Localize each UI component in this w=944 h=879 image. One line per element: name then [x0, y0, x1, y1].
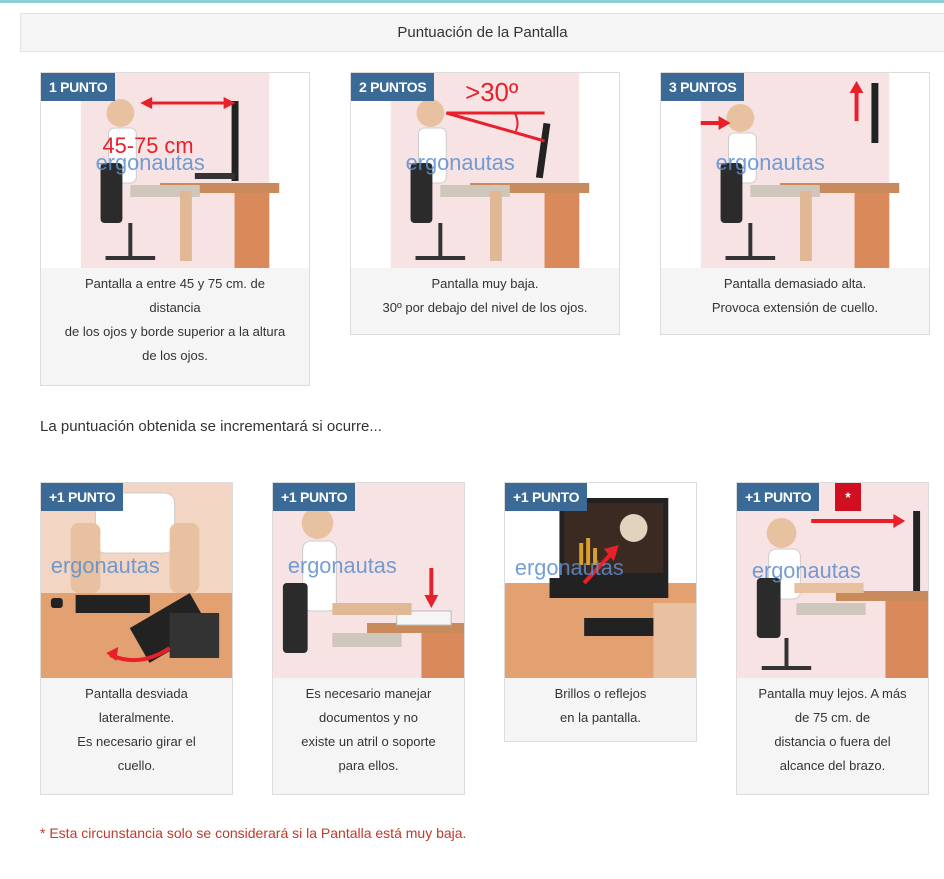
extra-card-3: ergonautas +1 PUNTO Brillos o reflejos e…: [504, 482, 697, 742]
card-caption: Pantalla a entre 45 y 75 cm. de distanci…: [41, 266, 309, 385]
asterisk-badge: *: [835, 483, 861, 511]
footnote: * Esta circunstancia solo se considerará…: [40, 825, 467, 841]
watermark-text: ergonautas: [406, 150, 515, 175]
card-caption: Pantalla demasiado alta. Provoca extensi…: [661, 266, 929, 334]
score-card-2: >30º ergonautas 2 PUNTOS Pantalla muy ba…: [350, 72, 620, 335]
extra-badge: +1 PUNTO: [505, 483, 588, 511]
increment-note: La puntuación obtenida se incrementará s…: [40, 418, 382, 435]
caption-line: Pantalla muy lejos. A más: [758, 686, 907, 701]
caption-line: Pantalla desviada: [85, 686, 188, 701]
caption-line: de los ojos.: [142, 348, 208, 363]
top-border: [0, 0, 944, 3]
score-badge: 1 PUNTO: [41, 73, 116, 101]
illustration-screen-low: >30º ergonautas 2 PUNTOS: [351, 73, 619, 268]
score-badge: 2 PUNTOS: [351, 73, 435, 101]
panel-header: Puntuación de la Pantalla: [20, 13, 944, 52]
card-caption: Es necesario manejar documentos y no exi…: [273, 676, 464, 794]
card-caption: Pantalla muy lejos. A más de 75 cm. de d…: [737, 676, 928, 794]
caption-line: alcance del brazo.: [779, 758, 886, 773]
card-caption: Brillos o reflejos en la pantalla.: [505, 676, 696, 741]
illustration-screen-high: ergonautas 3 PUNTOS: [661, 73, 929, 268]
extra-badge: +1 PUNTO: [273, 483, 356, 511]
score-card-3: ergonautas 3 PUNTOS Pantalla demasiado a…: [660, 72, 930, 335]
caption-line: de 75 cm. de: [794, 710, 871, 725]
illustration-glare: ergonautas +1 PUNTO: [505, 483, 696, 678]
watermark-text: ergonautas: [716, 150, 825, 175]
score-badge: 3 PUNTOS: [661, 73, 745, 101]
extra-card-1: ergonautas +1 PUNTO Pantalla desviada la…: [40, 482, 233, 795]
caption-line: distancia o fuera del: [774, 734, 891, 749]
watermark-text: ergonautas: [752, 558, 861, 583]
illustration-screen-lateral: ergonautas +1 PUNTO: [41, 483, 232, 678]
caption-line: 30º por debajo del nivel de los ojos.: [382, 300, 588, 315]
watermark-text: ergonautas: [96, 150, 205, 175]
caption-line: Pantalla muy baja.: [431, 276, 539, 291]
angle-overlay-text: >30º: [465, 79, 519, 107]
watermark-text: ergonautas: [51, 553, 160, 578]
extra-badge: +1 PUNTO: [41, 483, 124, 511]
panel-title: Puntuación de la Pantalla: [397, 24, 568, 41]
caption-line: Es necesario manejar: [305, 686, 432, 701]
caption-line: Es necesario girar el: [77, 734, 196, 749]
caption-line: lateralmente.: [98, 710, 175, 725]
caption-line: existe un atril o soporte: [301, 734, 436, 749]
caption-line: en la pantalla.: [560, 710, 641, 725]
illustration-screen-distance: 45-75 cm ergonautas 1 PUNTO: [41, 73, 309, 268]
caption-line: Pantalla demasiado alta.: [723, 276, 867, 291]
caption-line: distancia: [149, 300, 201, 315]
caption-line: de los ojos y borde superior a la altura: [64, 324, 286, 339]
watermark-text: ergonautas: [515, 555, 624, 580]
caption-line: para ellos.: [338, 758, 399, 773]
card-caption: Pantalla desviada lateralmente. Es neces…: [41, 676, 232, 794]
score-card-1: 45-75 cm ergonautas 1 PUNTO Pantalla a e…: [40, 72, 310, 386]
extra-card-2: ergonautas +1 PUNTO Es necesario manejar…: [272, 482, 465, 795]
extra-card-4: ergonautas +1 PUNTO * Pantalla muy lejos…: [736, 482, 929, 795]
watermark-text: ergonautas: [288, 553, 397, 578]
illustration-documents: ergonautas +1 PUNTO: [273, 483, 464, 678]
caption-line: Brillos o reflejos: [554, 686, 647, 701]
extra-badge: +1 PUNTO: [737, 483, 820, 511]
illustration-screen-far: ergonautas +1 PUNTO *: [737, 483, 928, 678]
card-caption: Pantalla muy baja. 30º por debajo del ni…: [351, 266, 619, 334]
caption-line: documentos y no: [318, 710, 418, 725]
caption-line: cuello.: [117, 758, 156, 773]
caption-line: Pantalla a entre 45 y 75 cm. de: [85, 276, 265, 291]
caption-line: Provoca extensión de cuello.: [711, 300, 879, 315]
